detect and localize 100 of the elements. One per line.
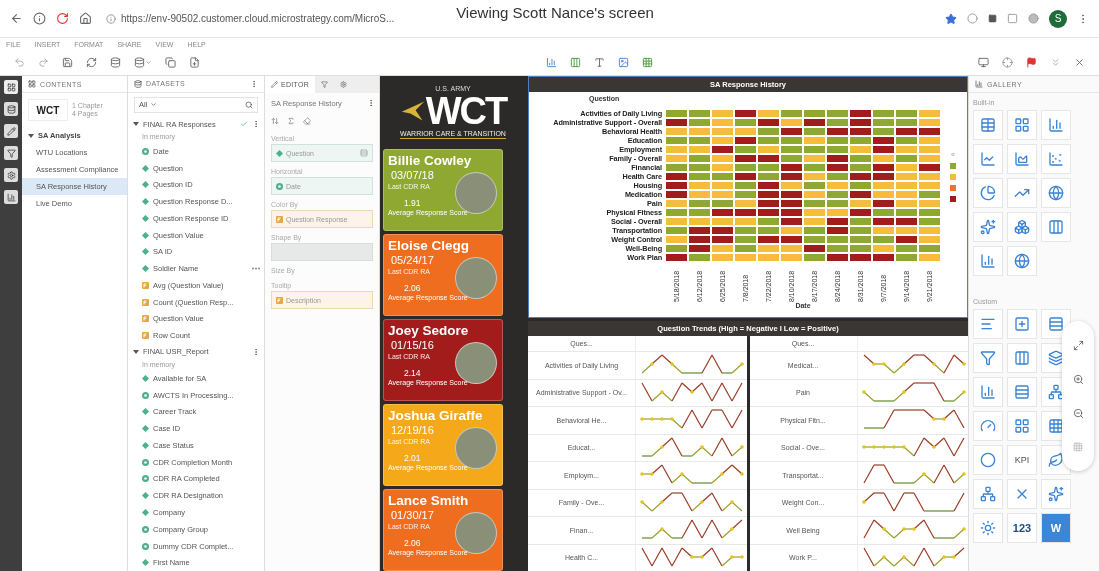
datasets-icon (134, 80, 142, 88)
crosshair-icon[interactable] (1002, 57, 1013, 68)
add-data-icon[interactable] (134, 57, 152, 68)
attribute-icon (142, 458, 149, 466)
chart-type-button[interactable] (973, 343, 1003, 373)
expand-caret[interactable] (133, 349, 139, 354)
home-icon[interactable] (79, 12, 92, 25)
more-icon[interactable] (250, 80, 258, 88)
back-icon[interactable] (10, 12, 23, 25)
chart-type-button[interactable] (1007, 309, 1037, 339)
card-score: 2.06 (403, 283, 421, 293)
zoom-out-icon[interactable] (1072, 407, 1084, 419)
rows-icon (1048, 316, 1064, 332)
chart-type-button[interactable] (973, 144, 1003, 174)
gauge-icon (980, 418, 996, 434)
chart-type-button[interactable] (1041, 178, 1071, 208)
chart-type-button[interactable] (973, 309, 1003, 339)
more-icon[interactable] (367, 99, 375, 107)
chart-type-button[interactable] (973, 246, 1003, 276)
pages-icon[interactable] (4, 80, 18, 94)
profile-avatar[interactable]: S (1049, 9, 1067, 28)
layers-icon (1048, 350, 1064, 366)
attribute-icon (142, 408, 149, 416)
chart-type-button[interactable] (1041, 309, 1071, 339)
sunburst-icon (980, 520, 996, 536)
funnel-icon (980, 350, 996, 366)
undo-icon[interactable] (14, 57, 25, 68)
pie-chart-icon (980, 185, 996, 201)
settings-icon[interactable] (4, 168, 18, 182)
attribute-icon (276, 182, 283, 190)
chart-type-button[interactable] (973, 110, 1003, 140)
chart-type-button[interactable] (1041, 212, 1071, 242)
attribute-icon (142, 248, 149, 256)
grid-icon[interactable] (642, 57, 653, 68)
chart-type-button[interactable] (1041, 110, 1071, 140)
box-icon (1014, 316, 1030, 332)
chart-type-button[interactable] (973, 212, 1003, 242)
gallery-icon (975, 80, 983, 88)
close-icon[interactable] (1074, 57, 1085, 68)
image-icon[interactable] (618, 57, 629, 68)
attribute-icon (142, 374, 149, 382)
attribute-icon (142, 509, 149, 516)
attribute-icon (142, 265, 149, 273)
clear-icon[interactable] (303, 117, 311, 125)
gallery-icon[interactable] (4, 190, 18, 204)
chapter-thumbnail[interactable]: WCT (28, 99, 68, 121)
chart-type-button[interactable] (1007, 343, 1037, 373)
insert-chart-icon[interactable] (546, 57, 557, 68)
more-icon[interactable] (252, 120, 260, 129)
editor-icon[interactable] (4, 124, 18, 138)
chart-type-button[interactable] (1041, 479, 1071, 509)
presentation-icon[interactable] (978, 57, 989, 68)
swap-icon[interactable] (271, 117, 279, 125)
star-icon[interactable] (945, 12, 957, 25)
chart-type-button[interactable] (973, 411, 1003, 441)
chart-type-button[interactable] (1007, 144, 1037, 174)
save-icon[interactable] (62, 57, 73, 68)
chart-type-button[interactable] (1041, 144, 1071, 174)
chart-type-button[interactable] (973, 445, 1003, 475)
chart-type-button[interactable] (973, 479, 1003, 509)
chart-type-button[interactable]: 123 (1007, 513, 1037, 543)
attribute-icon (142, 492, 149, 500)
chart-type-button[interactable] (1007, 110, 1037, 140)
chart-type-button[interactable] (973, 513, 1003, 543)
card-score: 2.06 (403, 538, 421, 548)
sum-icon[interactable] (287, 117, 295, 125)
attribute-icon (142, 164, 149, 172)
flag-icon[interactable] (1026, 57, 1037, 68)
chart-type-button[interactable]: KPI (1007, 445, 1037, 475)
metric-icon (142, 298, 149, 306)
zoom-in-icon[interactable] (1072, 374, 1084, 386)
address-bar[interactable]: https://env-90502.customer.cloud.microstrategy.com/MicroS... (102, 6, 420, 31)
dataset-icon[interactable] (110, 57, 121, 68)
copy-icon[interactable] (165, 57, 176, 68)
chart-type-button[interactable]: W (1041, 513, 1071, 543)
chart-type-button[interactable] (1007, 178, 1037, 208)
chart-type-button[interactable] (1007, 411, 1037, 441)
column-chart-icon (1048, 219, 1064, 235)
expand-caret[interactable] (133, 122, 139, 127)
new-page-icon[interactable] (189, 57, 200, 68)
soldier-name: Eloise Clegg (388, 238, 470, 254)
card-score: 2.01 (403, 453, 421, 463)
chart-type-button[interactable] (973, 377, 1003, 407)
text-icon[interactable] (594, 57, 605, 68)
sparkle-icon (1048, 486, 1064, 502)
datasets-icon[interactable] (4, 102, 18, 116)
info-icon[interactable] (33, 12, 46, 25)
reload-icon[interactable] (56, 12, 69, 25)
more-icon[interactable] (252, 347, 260, 356)
chart-type-button[interactable] (973, 178, 1003, 208)
card-date: 12/19/16 (390, 424, 434, 437)
expand-icon[interactable] (1072, 340, 1084, 352)
attribute-icon (276, 149, 283, 157)
more-icon[interactable] (252, 267, 260, 271)
refresh-icon[interactable] (86, 57, 97, 68)
chart-type-button[interactable] (1007, 377, 1037, 407)
redo-icon[interactable] (38, 57, 49, 68)
extension-icon[interactable] (988, 14, 997, 23)
chart-type-button[interactable] (1007, 246, 1037, 276)
chart-type-button[interactable] (1007, 212, 1037, 242)
